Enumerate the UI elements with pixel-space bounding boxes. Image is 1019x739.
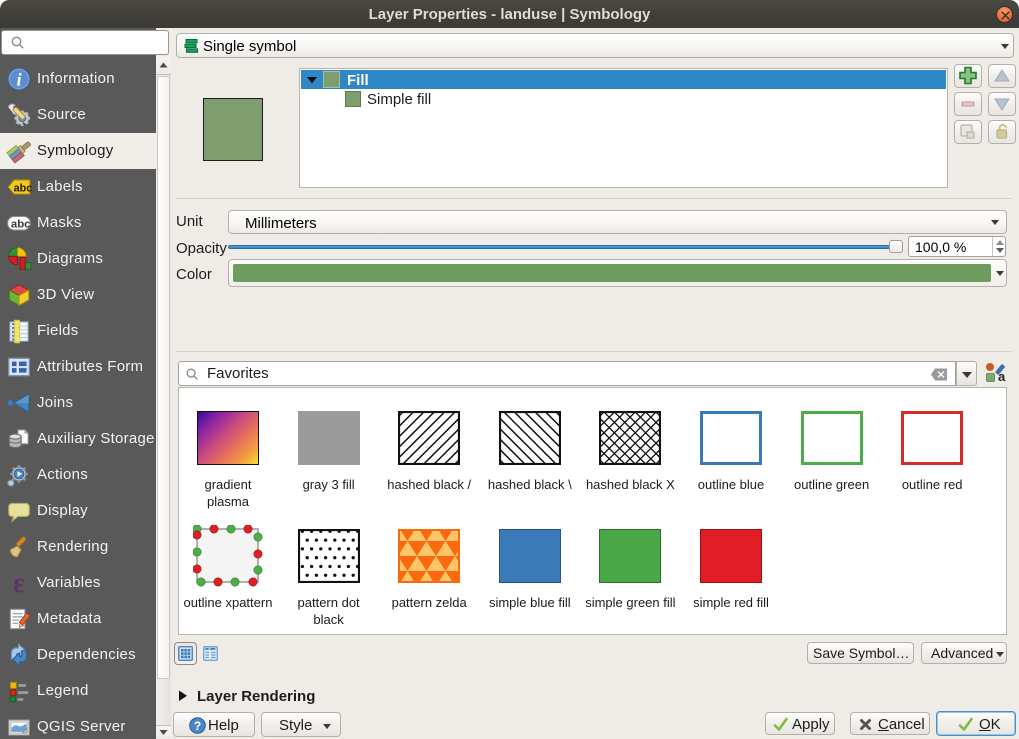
svg-text:?: ?: [194, 719, 201, 733]
svg-text:abc: abc: [14, 182, 32, 194]
svg-text:ε: ε: [13, 570, 25, 596]
svg-text:a: a: [998, 369, 1006, 384]
svg-text:abc: abc: [11, 218, 31, 230]
svg-text:i: i: [16, 70, 22, 90]
